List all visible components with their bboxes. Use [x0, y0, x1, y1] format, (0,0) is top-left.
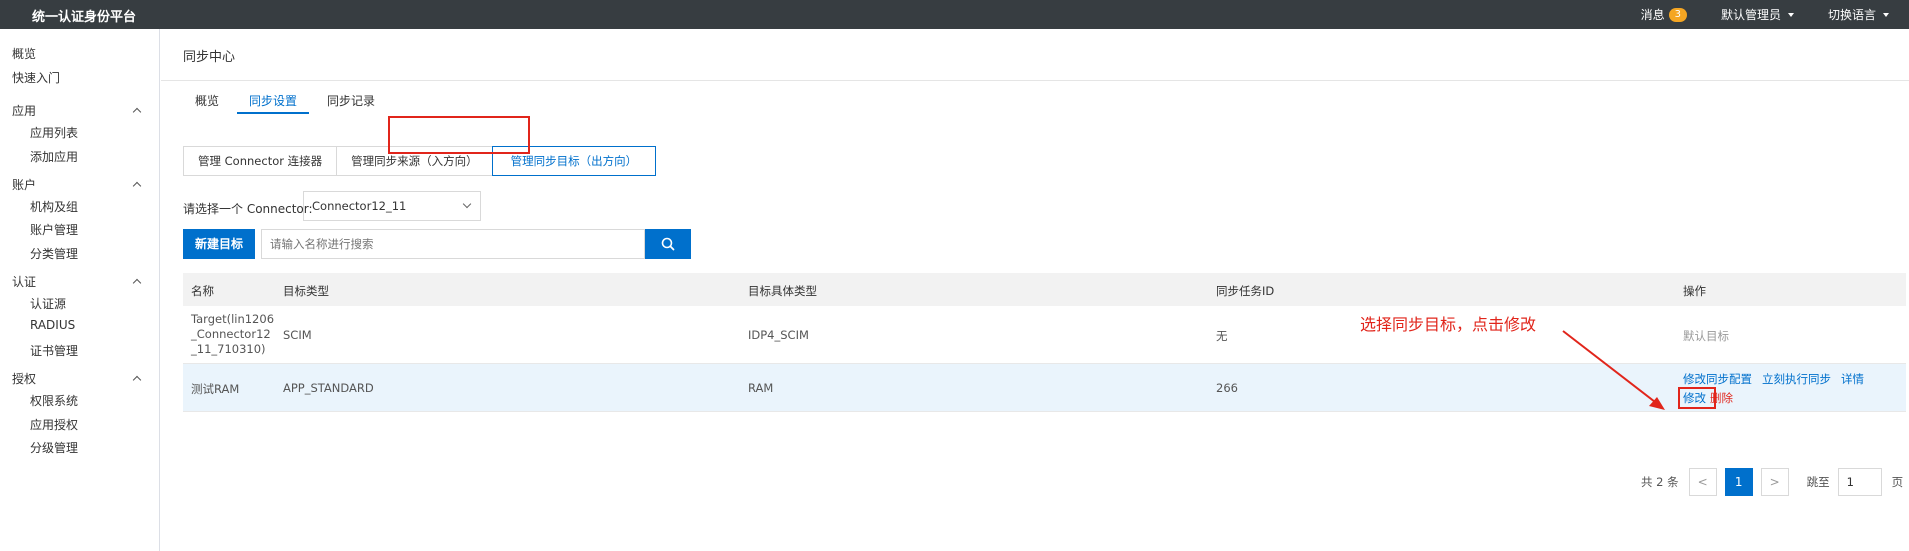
sidebar-group-label: 授权 — [12, 372, 37, 386]
task-id-cell: 266 — [1216, 381, 1238, 395]
chevron-up-icon — [132, 107, 142, 117]
top-navigation-bar: 统一认证身份平台 消息 3 默认管理员 切换语言 — [0, 0, 1909, 29]
sidebar-item-tiered-mgmt[interactable]: 分级管理 — [30, 439, 78, 456]
sidebar-item-app-authorization[interactable]: 应用授权 — [30, 416, 78, 433]
tab-sync-records[interactable]: 同步记录 — [315, 92, 387, 114]
sidebar-item-org-groups[interactable]: 机构及组 — [30, 198, 78, 215]
run-sync-now-link[interactable]: 立刻执行同步 — [1762, 371, 1831, 387]
target-name-line: _11_710310) — [191, 342, 266, 356]
col-header-task-id: 同步任务ID — [1216, 284, 1275, 298]
target-type-cell: SCIM — [283, 328, 312, 342]
sidebar-group-accounts[interactable]: 账户 — [12, 176, 142, 193]
jump-label: 跳至 — [1806, 475, 1830, 489]
target-subtype-cell: IDP4_SCIM — [748, 328, 809, 342]
new-target-button[interactable]: 新建目标 — [183, 229, 255, 259]
user-menu[interactable]: 默认管理员 — [1721, 6, 1794, 23]
sidebar-item-account-mgmt[interactable]: 账户管理 — [30, 221, 78, 238]
chevron-up-icon — [132, 181, 142, 191]
topbar-right: 消息 3 默认管理员 切换语言 — [1641, 6, 1889, 23]
edit-sync-config-link[interactable]: 修改同步配置 — [1683, 371, 1752, 387]
chevron-up-icon — [132, 375, 142, 385]
default-target-label: 默认目标 — [1683, 329, 1729, 343]
prev-page-button[interactable]: < — [1688, 468, 1717, 496]
sidebar-item-add-app[interactable]: 添加应用 — [30, 148, 78, 165]
next-page-button[interactable]: > — [1760, 468, 1789, 496]
chevron-down-icon — [462, 199, 472, 209]
target-type-cell: APP_STANDARD — [283, 381, 374, 395]
details-link[interactable]: 详情 — [1841, 371, 1864, 387]
sidebar-group-label: 认证 — [12, 275, 37, 289]
col-header-type: 目标类型 — [283, 284, 329, 298]
tab-overview[interactable]: 概览 — [183, 92, 231, 114]
target-name-line: _Connector12 — [191, 327, 271, 341]
sidebar-item-quick-start[interactable]: 快速入门 — [12, 69, 60, 86]
sidebar-group-label: 应用 — [12, 104, 37, 118]
main-content: 同步中心 概览 同步设置 同步记录 管理 Connector 连接器 管理同步来… — [161, 29, 1909, 551]
target-subtype-cell: RAM — [748, 381, 774, 395]
chevron-up-icon — [132, 278, 142, 288]
tab-sync-settings[interactable]: 同步设置 — [237, 92, 310, 114]
sidebar-group-label: 账户 — [12, 178, 37, 192]
sidebar-group-apps[interactable]: 应用 — [12, 102, 142, 119]
language-label: 切换语言 — [1827, 8, 1876, 22]
col-header-actions: 操作 — [1683, 284, 1706, 298]
connector-select-value: Connector12_11 — [312, 199, 407, 213]
caret-down-icon — [1787, 12, 1794, 17]
messages-label: 消息 — [1640, 8, 1665, 22]
app-title: 统一认证身份平台 — [32, 10, 137, 25]
messages-count-badge: 3 — [1668, 7, 1687, 22]
connector-select[interactable]: Connector12_11 — [303, 191, 481, 221]
page-title: 同步中心 — [183, 50, 236, 65]
sidebar-item-auth-source[interactable]: 认证源 — [30, 295, 66, 312]
col-header-subtype: 目标具体类型 — [748, 284, 817, 298]
user-label: 默认管理员 — [1720, 8, 1781, 22]
sidebar-item-category-mgmt[interactable]: 分类管理 — [30, 245, 78, 262]
page-suffix-label: 页 — [1891, 475, 1904, 489]
sidebar-item-radius[interactable]: RADIUS — [30, 318, 75, 332]
annotation-text: 选择同步目标，点击修改 — [1360, 315, 1537, 334]
task-id-cell: 无 — [1216, 329, 1228, 343]
caret-down-icon — [1883, 12, 1889, 17]
tab-bar: 概览 同步设置 同步记录 — [183, 92, 393, 114]
jump-page-input[interactable]: 1 — [1837, 468, 1882, 496]
col-header-name: 名称 — [191, 284, 214, 298]
page-1-button[interactable]: 1 — [1724, 468, 1753, 496]
table-header-row: 名称 目标类型 目标具体类型 同步任务ID 操作 — [183, 273, 1906, 306]
search-icon — [661, 237, 675, 251]
target-name-cell: 测试RAM — [191, 382, 240, 396]
sidebar-group-authorization[interactable]: 授权 — [12, 370, 142, 387]
sidebar-item-cert-mgmt[interactable]: 证书管理 — [30, 342, 78, 359]
search-button[interactable] — [645, 229, 691, 259]
annotation-highlight-box — [388, 116, 530, 154]
annotation-highlight-box — [1678, 387, 1716, 409]
language-menu[interactable]: 切换语言 — [1828, 6, 1889, 23]
page-header: 同步中心 — [161, 29, 1909, 81]
search-input[interactable] — [261, 229, 645, 259]
messages-link[interactable]: 消息 3 — [1641, 6, 1687, 23]
sidebar-item-permission-system[interactable]: 权限系统 — [30, 392, 78, 409]
pagination-total: 共 2 条 — [1641, 475, 1679, 489]
annotation-arrow-icon — [1562, 330, 1665, 410]
sidebar-item-app-list[interactable]: 应用列表 — [30, 124, 78, 141]
sidebar-group-auth[interactable]: 认证 — [12, 273, 142, 290]
manage-connector-button[interactable]: 管理 Connector 连接器 — [183, 146, 338, 176]
sidebar: 概览 快速入门 应用 应用列表 添加应用 账户 机构及组 账户管理 分类管理 认… — [0, 29, 160, 551]
sidebar-item-overview[interactable]: 概览 — [12, 45, 36, 62]
pagination: 共 2 条 < 1 > 跳至 1 页 — [1641, 468, 1903, 496]
target-name-cell: Target(lin1206 _Connector12 _11_710310) — [191, 312, 275, 357]
target-name-line: Target(lin1206 — [191, 312, 275, 326]
connector-select-label: 请选择一个 Connector: — [183, 202, 313, 216]
